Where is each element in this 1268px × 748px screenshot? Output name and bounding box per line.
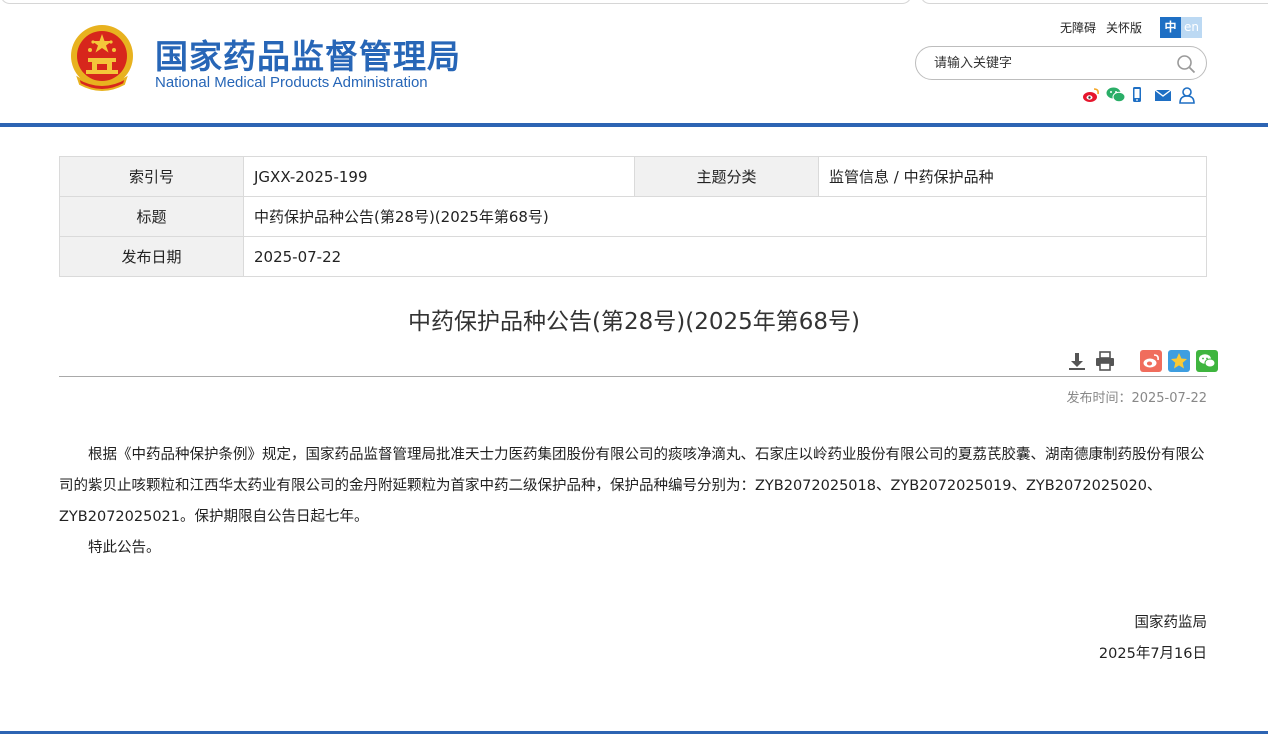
title-value: 中药保护品种公告(第28号)(2025年第68号) <box>243 196 1207 237</box>
index-value: JGXX-2025-199 <box>243 156 635 197</box>
mail-icon[interactable] <box>1154 86 1172 104</box>
info-table: 索引号 JGXX-2025-199 主题分类 监管信息 / 中药保护品种 标题 … <box>59 156 1207 277</box>
table-row: 标题 中药保护品种公告(第28号)(2025年第68号) <box>59 196 1207 237</box>
search-input[interactable] <box>934 53 1174 73</box>
article-divider <box>59 376 1207 377</box>
site-name-cn[interactable]: 国家药品监督管理局 <box>155 30 461 78</box>
search-box <box>915 46 1207 80</box>
download-icon[interactable] <box>1066 350 1088 372</box>
user-icon[interactable] <box>1178 86 1196 104</box>
tools-spacer <box>1122 350 1134 372</box>
share-qzone-icon[interactable] <box>1168 350 1190 372</box>
language-switch: 中 en <box>1160 17 1202 38</box>
article-body: 根据《中药品种保护条例》规定，国家药品监督管理局批准天士力医药集团股份有限公司的… <box>59 440 1209 564</box>
date-label: 发布日期 <box>59 236 244 277</box>
elderly-mode-link[interactable]: 关怀版 <box>1106 19 1142 36</box>
signer: 国家药监局 <box>1134 615 1208 631</box>
category-value: 监管信息 / 中药保护品种 <box>818 156 1207 197</box>
article-title: 中药保护品种公告(第28号)(2025年第68号) <box>408 309 860 335</box>
weibo-icon[interactable] <box>1082 86 1100 104</box>
top-links: 无障碍 关怀版 <box>1060 19 1142 36</box>
article-signature: 国家药监局 2025年7月16日 <box>1099 608 1207 670</box>
index-label: 索引号 <box>59 156 244 197</box>
title-label: 标题 <box>59 196 244 237</box>
site-header: 国家药品监督管理局 National Medical Products Admi… <box>0 0 1268 124</box>
wechat-icon[interactable] <box>1106 86 1126 104</box>
table-row: 发布日期 2025-07-22 <box>59 236 1207 277</box>
site-name-en[interactable]: National Medical Products Administration <box>155 74 428 91</box>
sign-date: 2025年7月16日 <box>1098 646 1207 662</box>
header-divider <box>0 123 1268 127</box>
share-weibo-icon[interactable] <box>1140 350 1162 372</box>
article-paragraph: 根据《中药品种保护条例》规定，国家药品监督管理局批准天士力医药集团股份有限公司的… <box>59 447 1205 525</box>
social-links <box>1082 86 1196 104</box>
lang-zh-button[interactable]: 中 <box>1160 17 1181 38</box>
mobile-icon[interactable] <box>1130 86 1148 104</box>
date-value: 2025-07-22 <box>243 236 1207 277</box>
share-wechat-icon[interactable] <box>1196 350 1218 372</box>
search-icon[interactable] <box>1176 54 1196 74</box>
article-paragraph: 特此公告。 <box>88 540 161 556</box>
accessibility-link[interactable]: 无障碍 <box>1060 19 1096 36</box>
category-label: 主题分类 <box>634 156 819 197</box>
lang-en-button[interactable]: en <box>1181 17 1202 38</box>
publish-time: 发布时间：2025-07-22 <box>1066 391 1207 406</box>
table-row: 索引号 JGXX-2025-199 主题分类 监管信息 / 中药保护品种 <box>59 156 1207 197</box>
print-icon[interactable] <box>1094 350 1116 372</box>
footer-divider <box>0 731 1268 734</box>
article-tools <box>1066 350 1218 372</box>
national-emblem-icon[interactable] <box>68 22 136 94</box>
